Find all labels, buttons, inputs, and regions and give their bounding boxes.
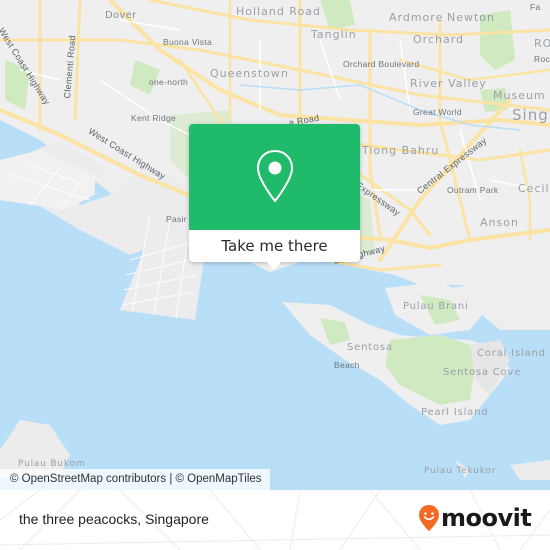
map-label-cecil: Cecil — [518, 182, 550, 195]
map-label-anson: Anson — [480, 216, 519, 229]
map-label-fan-fragment: Fa — [530, 2, 541, 12]
moovit-logo[interactable]: moovit — [418, 504, 532, 532]
location-popup: Take me there — [189, 124, 360, 270]
map-label-ardmore: Ardmore — [389, 11, 444, 24]
map-label-sentosa-cove: Sentosa Cove — [443, 367, 522, 378]
map-attribution[interactable]: © OpenStreetMap contributors | © OpenMap… — [0, 469, 270, 490]
map-label-orchard-boulevard: Orchard Boulevard — [343, 59, 420, 69]
moovit-pin-icon — [419, 505, 439, 531]
map-label-holland-road: Holland Road — [236, 5, 321, 18]
map-label-pulau-bukom: Pulau Bukom — [18, 459, 86, 469]
map-label-pulau-tekukor: Pulau Tekukor — [424, 466, 497, 476]
map-label-orchard: Orchard — [413, 33, 465, 46]
map-label-tiong-bahru: Tiong Bahru — [362, 144, 440, 157]
map-label-pasir: Pasir — [166, 214, 187, 224]
map-label-queenstown: Queenstown — [210, 67, 289, 80]
map-label-newton: Newton — [447, 11, 496, 24]
map-label-buona-vista: Buona Vista — [163, 37, 212, 47]
map-label-singapore: Singa — [512, 106, 550, 124]
map[interactable]: Dover Holland Road Ardmore Newton Tangli… — [0, 0, 550, 490]
map-label-pearl-island: Pearl Island — [421, 407, 489, 418]
map-label-museum: Museum — [493, 89, 546, 102]
map-label-coral-island: Coral Island — [477, 348, 546, 359]
popup-header — [189, 124, 360, 230]
map-label-outram-park: Outram Park — [447, 185, 499, 195]
moovit-wordmark: moovit — [441, 504, 532, 532]
map-label-sentosa: Sentosa — [347, 342, 393, 353]
map-pin-icon — [256, 149, 293, 203]
popup-tail — [266, 261, 282, 270]
map-label-one-north: one-north — [149, 77, 189, 87]
map-label-great-world: Great World — [413, 107, 462, 117]
map-label-river-valley: River Valley — [410, 77, 487, 90]
map-label-kent-ridge: Kent Ridge — [131, 113, 177, 123]
map-label-tanglin: Tanglin — [311, 28, 357, 41]
map-label-beach: Beach — [334, 360, 360, 370]
map-label-pulau-brani: Pulau Brani — [403, 301, 469, 312]
map-label-dover: Dover — [105, 10, 137, 21]
place-name: the three peacocks, Singapore — [19, 511, 209, 527]
take-me-there-button[interactable]: Take me there — [189, 230, 360, 262]
footer: the three peacocks, Singapore moovit — [0, 490, 550, 550]
map-label-roc-small-fragment: Roc — [534, 54, 550, 64]
map-label-roc-fragment: ROC — [534, 37, 550, 50]
